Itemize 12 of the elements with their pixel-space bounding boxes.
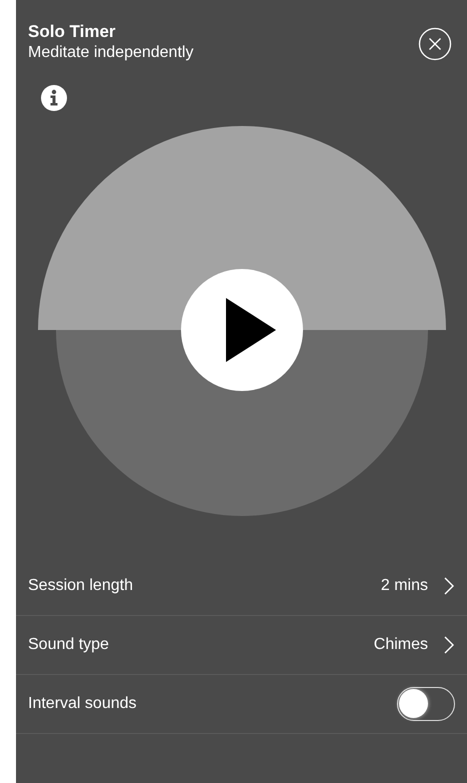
chevron-icon[interactable] xyxy=(443,576,455,596)
close-icon[interactable] xyxy=(418,27,452,61)
screen-title: Solo Timer xyxy=(28,22,117,42)
interval-toggle[interactable] xyxy=(397,687,455,721)
setting-label: Session length xyxy=(28,577,134,595)
chevron-icon[interactable] xyxy=(443,635,455,655)
info-icon[interactable] xyxy=(40,84,68,112)
setting-value[interactable]: Chimes xyxy=(374,636,428,654)
setting-label: Sound type xyxy=(28,636,110,654)
setting-value[interactable]: 2 mins xyxy=(380,577,428,595)
setting-label: Interval sounds xyxy=(28,695,138,713)
screen-subtitle: Meditate independently xyxy=(28,43,194,63)
